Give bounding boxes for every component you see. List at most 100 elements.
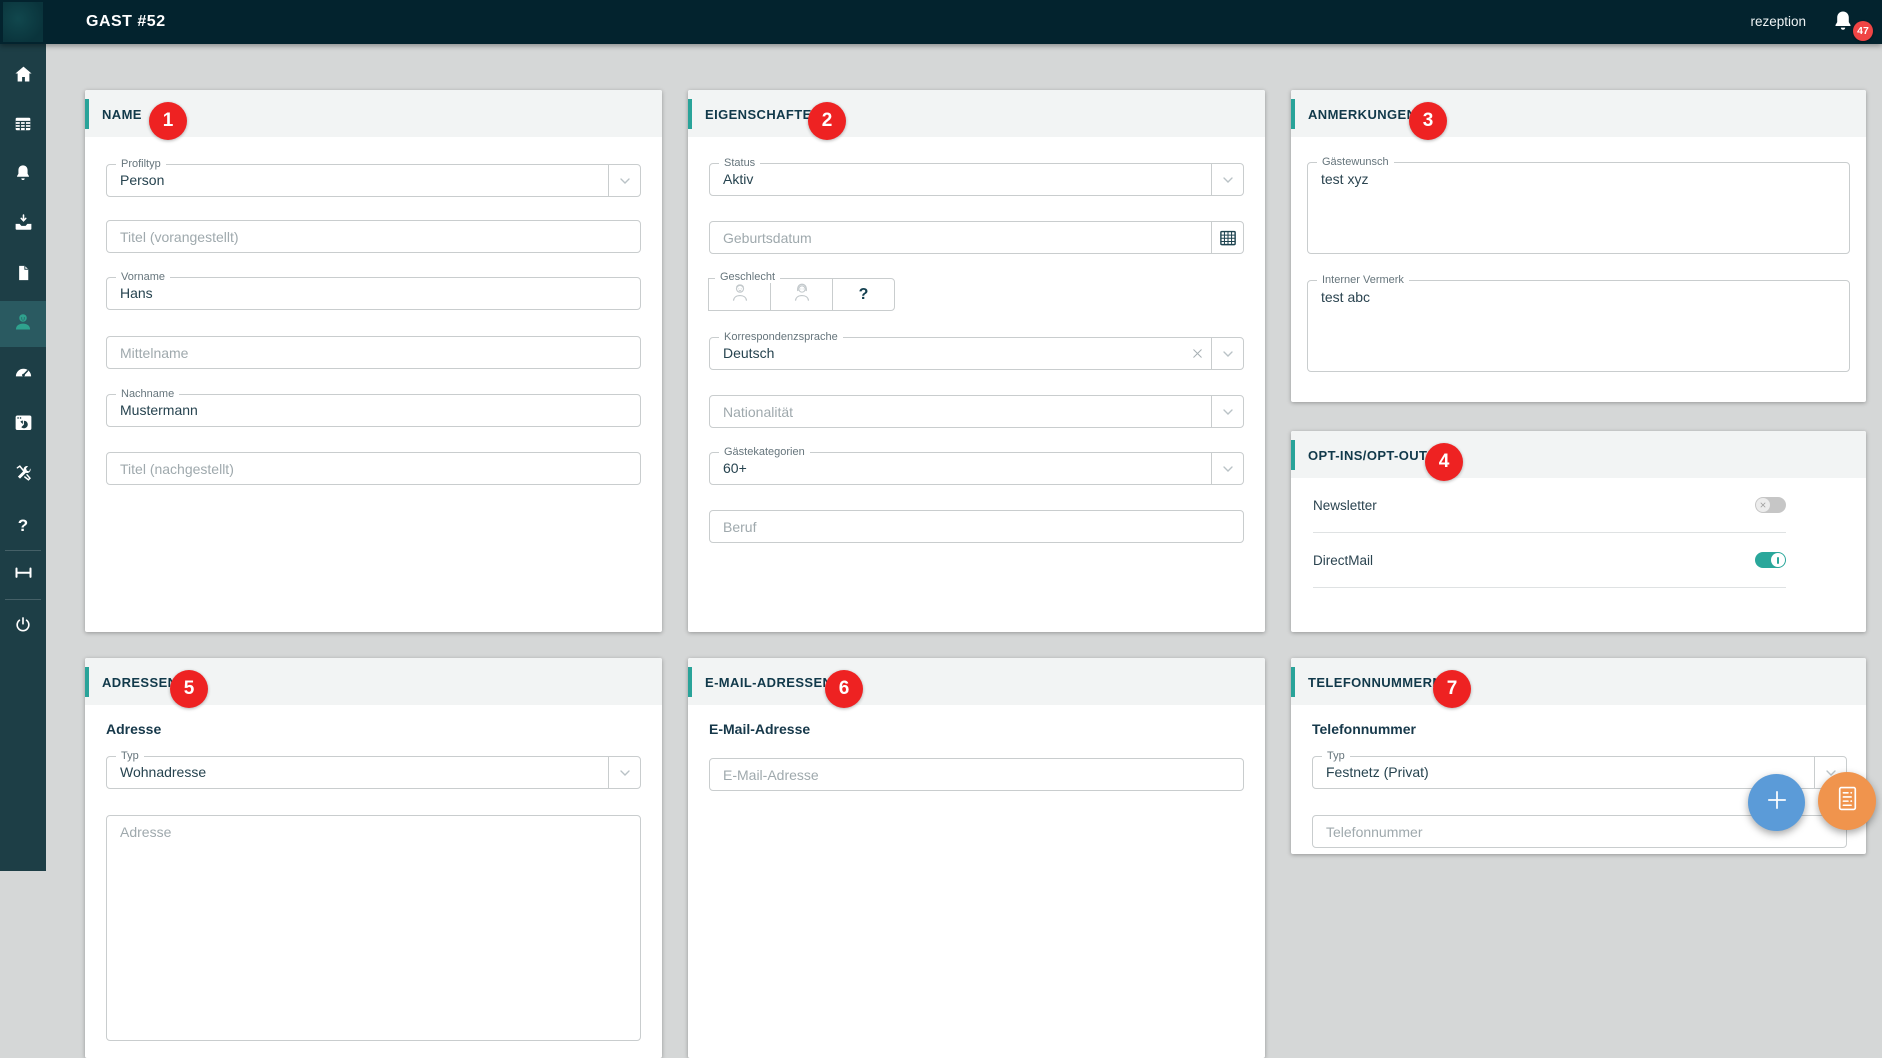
card-title: NAME [102, 90, 142, 140]
field-label: Typ [1322, 750, 1350, 762]
sidebar-item-reports[interactable] [0, 402, 46, 448]
interner-vermerk-field: Interner Vermerk test abc [1307, 280, 1850, 372]
sidebar-item-help[interactable]: ? [0, 503, 46, 549]
directmail-toggle[interactable] [1755, 552, 1786, 568]
step-badge: 5 [170, 670, 208, 708]
person-icon [12, 311, 34, 338]
field-label: Gästekategorien [719, 446, 810, 458]
nationalitaet-select[interactable] [709, 395, 1244, 428]
power-icon [13, 615, 33, 640]
accent-bar [1291, 440, 1295, 470]
card-title: OPT-INS/OPT-OUTS [1308, 431, 1436, 481]
card-adressen: ADRESSEN 5 Adresse Typ Wohnadresse [85, 658, 662, 1058]
titel-nachgestellt-input[interactable] [107, 453, 640, 484]
nachname-field[interactable]: Nachname Mustermann [106, 394, 641, 427]
sidebar-divider [5, 599, 41, 600]
field-label: Vorname [116, 271, 170, 283]
calendar-icon[interactable] [1211, 222, 1243, 253]
clear-icon[interactable] [1190, 346, 1205, 366]
vorname-field[interactable]: Vorname Hans [106, 277, 641, 310]
gaestekategorien-select[interactable]: Gästekategorien 60+ [709, 452, 1244, 485]
notifications-bell-icon[interactable] [1831, 9, 1855, 33]
mittelname-field [106, 336, 641, 369]
home-icon [13, 64, 34, 90]
profiltyp-select[interactable]: Profiltyp Person [106, 164, 641, 197]
sidebar-item-inbox[interactable] [0, 202, 46, 248]
help-icon: ? [18, 516, 28, 536]
card-email: E-MAIL-ADRESSEN 6 E-Mail-Adresse [688, 658, 1265, 1058]
toggle-knob [1771, 553, 1785, 567]
geschlecht-segmented-control: Geschlecht ? [709, 278, 895, 311]
sidebar-item-notifications[interactable] [0, 152, 46, 198]
protocol-button[interactable] [1818, 772, 1876, 830]
sidebar-divider [5, 550, 41, 551]
gaestewunsch-textarea[interactable]: test xyz [1308, 163, 1849, 253]
opt-label: Newsletter [1313, 498, 1377, 513]
inbox-icon [13, 212, 34, 238]
card-title: ANMERKUNGEN [1308, 90, 1416, 140]
step-badge: 6 [825, 670, 863, 708]
card-title: EIGENSCHAFTEN [705, 90, 821, 140]
chevron-down-icon[interactable] [1211, 164, 1243, 195]
sidebar-item-guest-profile[interactable] [0, 301, 46, 347]
card-anmerkungen-header: ANMERKUNGEN 3 [1291, 90, 1866, 137]
status-select[interactable]: Status Aktiv [709, 163, 1244, 196]
document-icon [14, 263, 33, 288]
bed-icon [13, 562, 34, 588]
step-badge: 1 [149, 102, 187, 140]
email-input[interactable] [710, 759, 1243, 790]
titel-vorangestellt-input[interactable] [107, 221, 640, 252]
field-label: Geschlecht [715, 271, 780, 283]
gauge-icon [13, 361, 34, 387]
step-badge: 7 [1433, 670, 1471, 708]
chevron-down-icon[interactable] [1211, 338, 1243, 369]
korrespondenzsprache-select[interactable]: Korrespondenzsprache Deutsch [709, 337, 1244, 370]
add-button[interactable] [1748, 774, 1805, 831]
bell-icon [13, 163, 33, 188]
chevron-down-icon[interactable] [608, 757, 640, 788]
gaestewunsch-field: Gästewunsch test xyz [1307, 162, 1850, 254]
adresse-textarea[interactable] [107, 816, 640, 1040]
accent-bar [688, 99, 692, 129]
toggle-knob [1756, 498, 1770, 512]
card-adressen-header: ADRESSEN 5 [85, 658, 662, 705]
card-title: ADRESSEN [102, 658, 177, 708]
field-label: Korrespondenzsprache [719, 331, 843, 343]
chevron-down-icon[interactable] [1211, 453, 1243, 484]
topbar: GAST #52 rezeption 47 [0, 0, 1882, 44]
step-badge: 4 [1425, 443, 1463, 481]
sidebar-item-logout[interactable] [0, 604, 46, 650]
opt-in-list: Newsletter DirectMail [1313, 478, 1786, 588]
field-label: Interner Vermerk [1317, 274, 1409, 286]
logged-in-user[interactable]: rezeption [1750, 0, 1806, 44]
newsletter-toggle[interactable] [1755, 497, 1786, 513]
accent-bar [688, 667, 692, 697]
gender-unknown-button[interactable]: ? [832, 278, 895, 311]
geburtsdatum-input[interactable] [710, 222, 1243, 253]
accent-bar [1291, 667, 1295, 697]
opt-row-directmail: DirectMail [1313, 533, 1786, 588]
sidebar-item-calendar[interactable] [0, 103, 46, 149]
sidebar-item-home[interactable] [0, 54, 46, 100]
accent-bar [1291, 99, 1295, 129]
sidebar-item-rooms[interactable] [0, 553, 46, 597]
app-logo[interactable] [3, 2, 43, 42]
nationalitaet-input[interactable] [710, 396, 1243, 427]
beruf-input[interactable] [710, 511, 1243, 542]
sidebar-item-dashboard[interactable] [0, 351, 46, 397]
card-name: NAME 1 Profiltyp Person Vorname Hans Nac… [85, 90, 662, 632]
tools-icon [13, 463, 34, 489]
mittelname-input[interactable] [107, 337, 640, 368]
field-label: Typ [116, 750, 144, 762]
card-name-header: NAME 1 [85, 90, 662, 137]
adresse-typ-select[interactable]: Typ Wohnadresse [106, 756, 641, 789]
sidebar-item-tools[interactable] [0, 453, 46, 499]
chevron-down-icon[interactable] [1211, 396, 1243, 427]
field-label: Gästewunsch [1317, 156, 1394, 168]
interner-vermerk-textarea[interactable]: test abc [1308, 281, 1849, 371]
card-anmerkungen: ANMERKUNGEN 3 Gästewunsch test xyz Inter… [1291, 90, 1866, 402]
sidebar-item-documents[interactable] [0, 252, 46, 298]
chevron-down-icon[interactable] [608, 165, 640, 196]
accent-bar [85, 99, 89, 129]
notification-count-badge[interactable]: 47 [1853, 21, 1873, 41]
